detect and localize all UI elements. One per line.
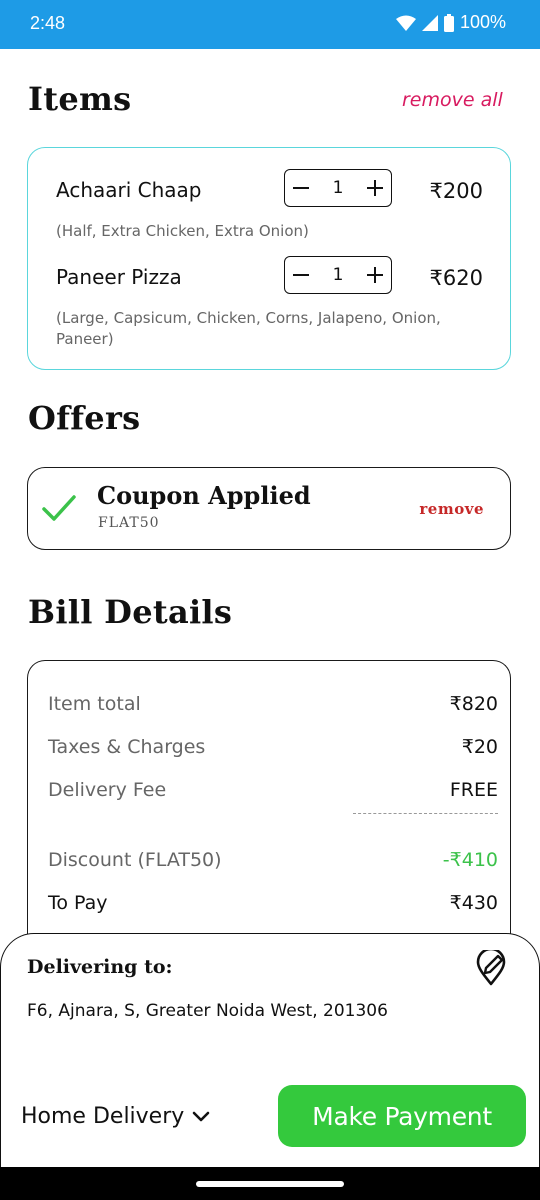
edit-location-icon[interactable]	[475, 950, 509, 986]
minus-icon	[293, 187, 309, 189]
bill-details-title: Bill Details	[28, 593, 233, 631]
bill-value: ₹820	[449, 693, 498, 715]
coupon-card: Coupon Applied FLAT50 remove	[27, 467, 511, 550]
status-time: 2:48	[30, 13, 66, 33]
status-icons: 100%	[395, 12, 506, 33]
decrement-button[interactable]	[291, 265, 311, 285]
bill-card: Item total ₹820 Taxes & Charges ₹20 Deli…	[27, 660, 511, 950]
bill-value: -₹410	[442, 849, 498, 871]
offers-title: Offers	[28, 399, 141, 437]
bill-value: ₹20	[461, 736, 498, 758]
plus-icon	[366, 267, 383, 283]
bill-value: FREE	[449, 779, 498, 801]
bill-row-delivery: Delivery Fee FREE	[48, 779, 498, 801]
bill-row-to-pay: To Pay ₹430	[48, 892, 498, 914]
delivery-address: F6, Ajnara, S, Greater Noida West, 20130…	[27, 1001, 388, 1021]
decrement-button[interactable]	[291, 178, 311, 198]
delivery-mode-dropdown[interactable]: Home Delivery	[21, 1104, 210, 1129]
bill-label: Discount (FLAT50)	[48, 849, 222, 871]
item-options: (Large, Capsicum, Chicken, Corns, Jalape…	[56, 309, 441, 348]
bill-row-taxes: Taxes & Charges ₹20	[48, 736, 498, 758]
remove-coupon-button[interactable]: remove	[419, 500, 484, 518]
items-title: Items	[28, 80, 132, 118]
item-options: (Half, Extra Chicken, Extra Onion)	[56, 222, 309, 240]
signal-icon	[421, 14, 438, 31]
items-card: Achaari Chaap 1 ₹200 (Half, Extra Chicke…	[27, 147, 511, 370]
item-name: Achaari Chaap	[56, 178, 202, 202]
coupon-title: Coupon Applied	[97, 481, 311, 510]
navigation-bar	[0, 1167, 540, 1200]
quantity-stepper: 1	[284, 256, 392, 294]
item-price: ₹620	[429, 266, 483, 290]
chevron-down-icon	[192, 1111, 210, 1121]
coupon-code: FLAT50	[98, 515, 160, 531]
bill-label: Item total	[48, 693, 141, 715]
bill-row-item-total: Item total ₹820	[48, 693, 498, 715]
bill-divider	[353, 813, 498, 814]
plus-icon	[366, 180, 383, 196]
item-price: ₹200	[429, 179, 483, 203]
bill-value: ₹430	[449, 892, 498, 914]
home-gesture-handle[interactable]	[196, 1181, 344, 1187]
bill-row-discount: Discount (FLAT50) -₹410	[48, 849, 498, 871]
delivery-mode-label: Home Delivery	[21, 1104, 185, 1129]
make-payment-button[interactable]: Make Payment	[278, 1085, 526, 1147]
minus-icon	[293, 274, 309, 276]
quantity-value: 1	[332, 178, 344, 198]
remove-all-link[interactable]: remove all	[402, 89, 512, 111]
quantity-value: 1	[332, 265, 344, 285]
battery-icon	[443, 13, 454, 32]
item-name: Paneer Pizza	[56, 265, 182, 289]
bill-label: To Pay	[48, 892, 108, 914]
delivering-to-title: Delivering to:	[27, 956, 173, 978]
bill-label: Delivery Fee	[48, 779, 167, 801]
wifi-icon	[395, 15, 416, 31]
quantity-stepper: 1	[284, 169, 392, 207]
bill-label: Taxes & Charges	[48, 736, 206, 758]
increment-button[interactable]	[365, 265, 385, 285]
delivery-sheet: Delivering to: F6, Ajnara, S, Greater No…	[0, 933, 540, 1167]
check-icon	[42, 495, 76, 521]
battery-percent: 100%	[459, 12, 506, 32]
status-bar: 2:48 100%	[0, 0, 540, 49]
increment-button[interactable]	[365, 178, 385, 198]
